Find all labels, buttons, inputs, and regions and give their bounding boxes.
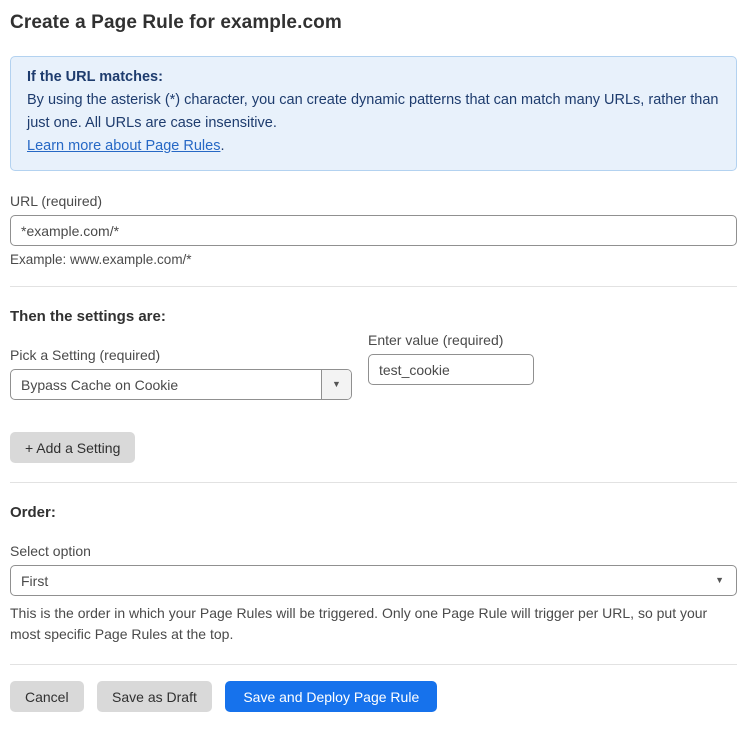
settings-section-heading: Then the settings are: <box>10 308 737 325</box>
setting-select-label: Pick a Setting (required) <box>10 347 352 363</box>
order-section-heading: Order: <box>10 504 737 521</box>
url-input[interactable] <box>10 215 737 246</box>
order-select-arrow: ▼ <box>709 566 736 595</box>
page-title: Create a Page Rule for example.com <box>10 12 737 34</box>
setting-select-column: Pick a Setting (required) Bypass Cache o… <box>10 325 352 400</box>
learn-more-link[interactable]: Learn more about Page Rules <box>27 138 220 154</box>
chevron-down-icon: ▼ <box>332 380 341 389</box>
cancel-button[interactable]: Cancel <box>10 681 84 712</box>
order-select-label: Select option <box>10 543 737 559</box>
divider <box>10 664 737 665</box>
info-box-link-line: Learn more about Page Rules. <box>27 135 720 158</box>
setting-value-input[interactable] <box>368 354 534 385</box>
info-box-body: By using the asterisk (*) character, you… <box>27 89 720 135</box>
divider <box>10 482 737 483</box>
info-box-heading: If the URL matches: <box>27 66 720 89</box>
setting-select[interactable]: Bypass Cache on Cookie ▼ <box>10 369 352 400</box>
save-and-deploy-button[interactable]: Save and Deploy Page Rule <box>225 681 437 712</box>
setting-value-column: Enter value (required) <box>368 332 534 385</box>
url-field-helper: Example: www.example.com/* <box>10 252 737 267</box>
order-helper-text: This is the order in which your Page Rul… <box>10 603 730 645</box>
setting-select-arrow-box[interactable]: ▼ <box>321 370 351 399</box>
save-as-draft-button[interactable]: Save as Draft <box>97 681 212 712</box>
form-actions: Cancel Save as Draft Save and Deploy Pag… <box>10 681 737 712</box>
url-field-label: URL (required) <box>10 193 737 209</box>
divider <box>10 286 737 287</box>
chevron-down-icon: ▼ <box>715 576 724 585</box>
setting-value-label: Enter value (required) <box>368 332 534 348</box>
url-match-info-box: If the URL matches: By using the asteris… <box>10 56 737 171</box>
link-suffix: . <box>220 138 224 154</box>
setting-select-value: Bypass Cache on Cookie <box>11 370 321 399</box>
add-setting-button[interactable]: + Add a Setting <box>10 432 135 463</box>
order-select[interactable]: First ▼ <box>10 565 737 596</box>
order-select-value: First <box>11 566 709 595</box>
page-container: Create a Page Rule for example.com If th… <box>0 0 750 732</box>
settings-row: Pick a Setting (required) Bypass Cache o… <box>10 325 737 400</box>
